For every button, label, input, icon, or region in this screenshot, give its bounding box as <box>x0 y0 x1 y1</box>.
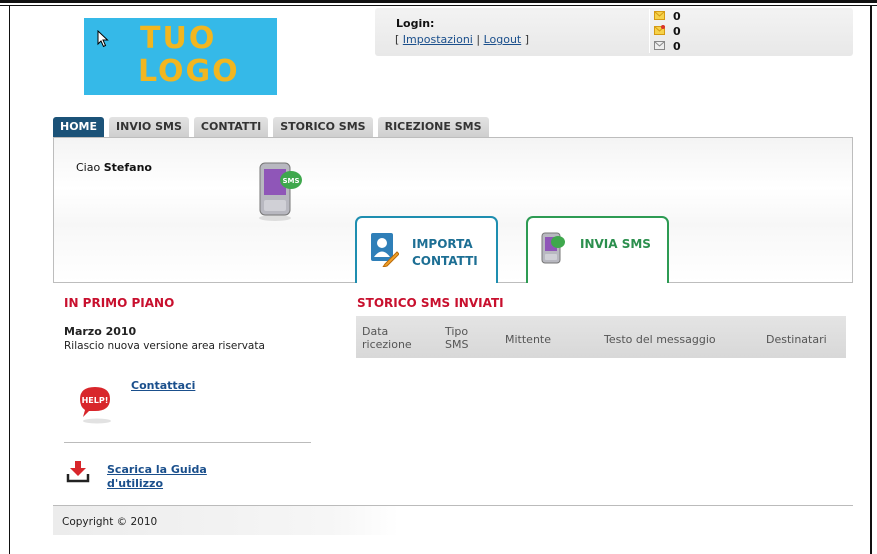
send-sms-phone-icon <box>540 231 568 268</box>
counter-divider <box>649 9 650 53</box>
user-name: Stefano <box>103 161 152 174</box>
download-guide-link[interactable]: Scarica la Guida d'utilizzo <box>107 463 207 491</box>
news-date: Marzo 2010 <box>64 325 137 338</box>
mail-counter: 0 <box>654 40 681 53</box>
sent-mail-counter: 0 <box>654 25 681 38</box>
tab-invio-sms[interactable]: INVIO SMS <box>109 117 189 137</box>
column-header-sender: Mittente <box>505 333 551 346</box>
tab-contatti[interactable]: CONTATTI <box>193 117 269 137</box>
download-icon <box>66 460 90 487</box>
download-guide-line-1: Scarica la Guida <box>107 463 207 476</box>
news-text: Rilascio nuova versione area riservata <box>64 340 265 352</box>
greeting: Ciao Stefano <box>76 161 152 174</box>
greeting-prefix: Ciao <box>76 161 101 174</box>
send-sms-button[interactable]: INVIA SMS <box>526 216 669 283</box>
new-mail-counter: 0 <box>654 10 681 23</box>
column-header-date: Data ricezione <box>362 325 412 351</box>
send-sms-label: INVIA SMS <box>580 237 651 251</box>
sent-mail-icon <box>654 25 665 38</box>
contact-link[interactable]: Contattaci <box>131 379 195 393</box>
featured-title: IN PRIMO PIANO <box>64 296 175 310</box>
column-header-message: Testo del messaggio <box>604 333 716 346</box>
link-separator: | <box>476 33 481 46</box>
login-label: Login: <box>396 17 435 30</box>
settings-link[interactable]: Impostazioni <box>403 33 473 46</box>
import-contacts-label: IMPORTA CONTATTI <box>412 236 478 270</box>
logo-text: TUO LOGO <box>138 21 240 89</box>
tab-home[interactable]: HOME <box>53 117 105 137</box>
svg-text:SMS: SMS <box>282 177 299 185</box>
logo-line-1: TUO <box>140 21 217 56</box>
window-right-border <box>870 6 872 554</box>
new-mail-icon <box>654 10 665 23</box>
open-bracket: [ <box>395 33 400 46</box>
window-top-border <box>0 0 877 6</box>
address-book-icon <box>369 231 400 270</box>
history-title: STORICO SMS INVIATI <box>357 296 504 310</box>
import-contacts-button[interactable]: IMPORTA CONTATTI <box>355 216 498 283</box>
login-box <box>375 8 853 56</box>
logout-link[interactable]: Logout <box>484 33 522 46</box>
column-header-type: Tipo SMS <box>445 325 469 351</box>
logo-line-2: LOGO <box>138 54 240 89</box>
copyright: Copyright © 2010 <box>62 516 158 528</box>
column-header-recipients: Destinatari <box>766 333 827 346</box>
mail-icon <box>654 40 665 53</box>
new-mail-count: 0 <box>673 10 681 23</box>
sms-phone-icon: SMS <box>255 160 305 225</box>
login-links: [ Impostazioni | Logout ] <box>395 33 529 46</box>
import-contacts-line-2: CONTATTI <box>412 254 478 268</box>
window-left-border <box>9 6 10 554</box>
download-guide-line-2: d'utilizzo <box>107 477 164 490</box>
sent-mail-count: 0 <box>673 25 681 38</box>
import-contacts-line-1: IMPORTA <box>412 237 473 251</box>
main-tabs: HOME INVIO SMS CONTATTI STORICO SMS RICE… <box>53 117 489 137</box>
tab-storico-sms[interactable]: STORICO SMS <box>273 117 373 137</box>
divider <box>64 442 311 443</box>
tab-ricezione-sms[interactable]: RICEZIONE SMS <box>377 117 489 137</box>
help-icon: HELP! <box>77 383 117 428</box>
close-bracket: ] <box>524 33 530 46</box>
mail-count: 0 <box>673 40 681 53</box>
svg-text:HELP!: HELP! <box>82 396 109 405</box>
